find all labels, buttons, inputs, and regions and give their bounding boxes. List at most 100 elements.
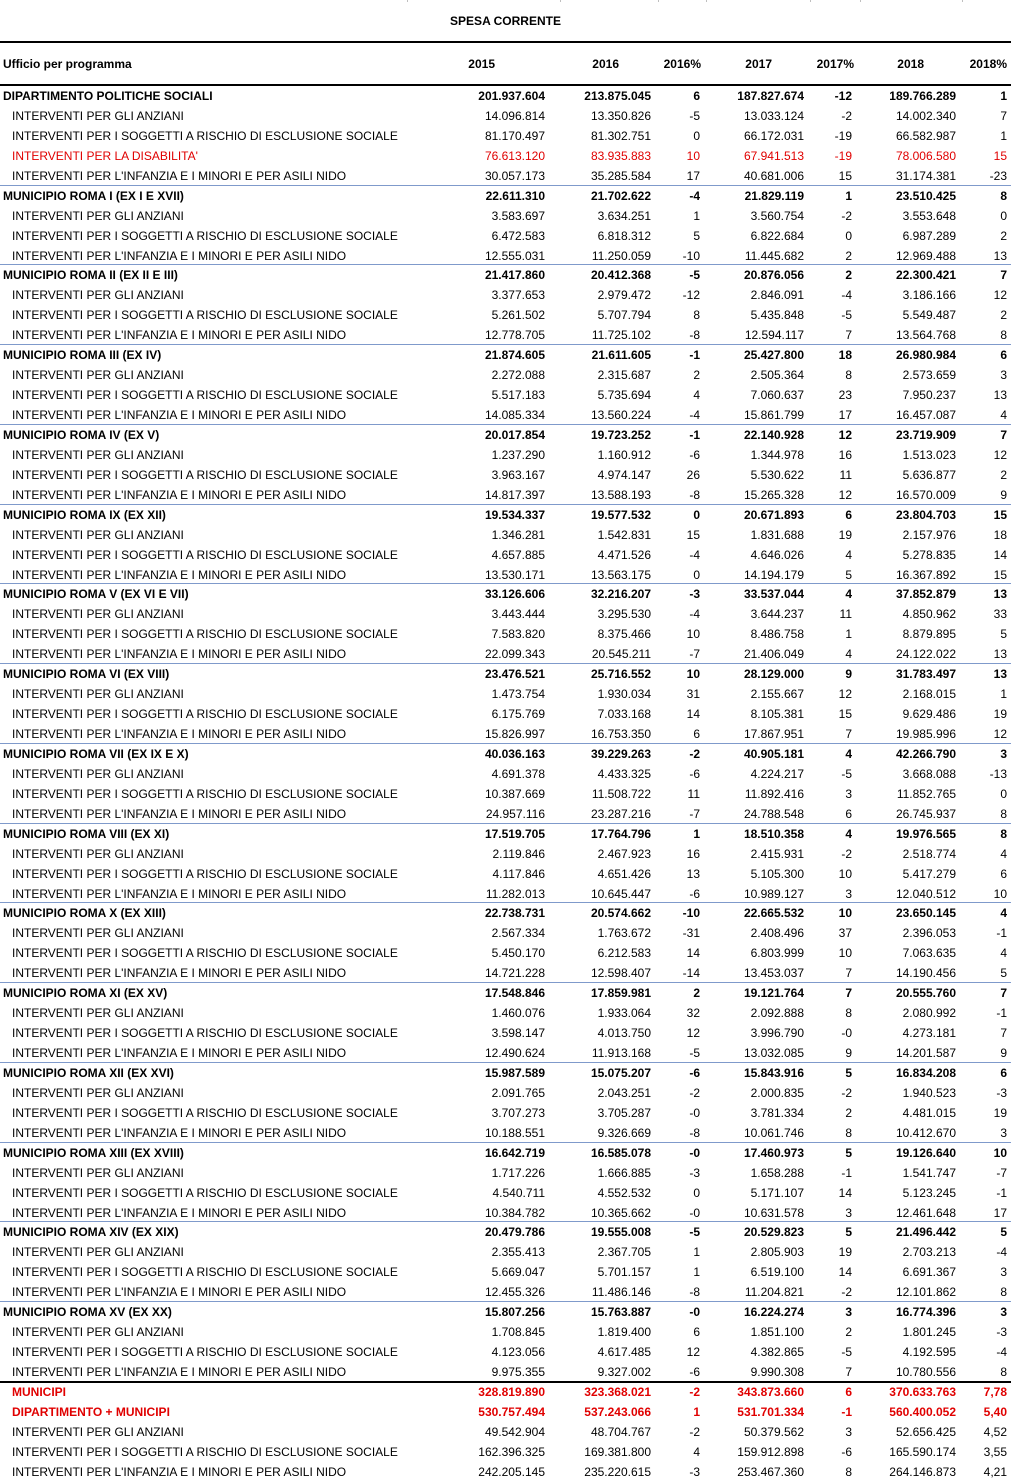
table-row: INTERVENTI PER GLI ANZIANI 1.237.290 1.160… bbox=[0, 445, 1011, 465]
cell-2015: 3.443.444 bbox=[491, 607, 545, 622]
cell-2018-pct: 33 bbox=[993, 607, 1007, 622]
cell-2016: 2.043.251 bbox=[597, 1085, 651, 1100]
cell-2018-pct: 8 bbox=[1000, 188, 1007, 203]
row-label: DIPARTIMENTO + MUNICIPI bbox=[12, 1404, 170, 1419]
cell-2018-pct: 12 bbox=[993, 447, 1007, 462]
cell-2015: 21.417.860 bbox=[484, 268, 545, 283]
table-row: DIPARTIMENTO + MUNICIPI 530.757.494 537.24… bbox=[0, 1402, 1011, 1422]
cell-2018: 13.564.768 bbox=[895, 328, 956, 343]
title-rule bbox=[0, 41, 1011, 43]
cell-2017: 16.224.274 bbox=[743, 1305, 804, 1320]
cell-2017: 12.594.117 bbox=[744, 328, 804, 343]
cell-2015: 21.874.605 bbox=[484, 348, 545, 363]
table-row: MUNICIPIO ROMA VI (EX VIII) 23.476.521 25.… bbox=[0, 664, 1011, 684]
cell-2017: 2.805.903 bbox=[750, 1245, 804, 1260]
cell-2017-pct: 5 bbox=[845, 567, 852, 582]
cell-2017: 40.905.181 bbox=[743, 746, 804, 761]
row-label: INTERVENTI PER GLI ANZIANI bbox=[12, 766, 184, 781]
cell-2017: 20.529.823 bbox=[743, 1225, 804, 1240]
cell-2017-pct: 9 bbox=[845, 667, 852, 682]
cell-2016-pct: -10 bbox=[682, 248, 700, 263]
cell-2018: 2.168.015 bbox=[902, 687, 956, 702]
cell-2017-pct: 19 bbox=[838, 1245, 852, 1260]
cell-2016: 81.302.751 bbox=[590, 128, 651, 143]
cell-2016-pct: -7 bbox=[689, 647, 700, 662]
cell-2018: 1.513.023 bbox=[902, 447, 956, 462]
cell-2015: 4.117.846 bbox=[492, 866, 546, 881]
row-label: INTERVENTI PER L'INFANZIA E I MINORI E P… bbox=[12, 647, 347, 662]
cell-2018-pct: 7,78 bbox=[983, 1384, 1007, 1399]
cell-2017-pct: 3 bbox=[845, 786, 852, 801]
cell-2018-pct: 7 bbox=[1000, 268, 1007, 283]
cell-2015: 12.555.031 bbox=[484, 248, 545, 263]
cell-2016-pct: 6 bbox=[693, 727, 700, 741]
cell-2018-pct: 17 bbox=[993, 1205, 1007, 1220]
cell-2015: 12.455.326 bbox=[484, 1285, 545, 1300]
table-row: INTERVENTI PER L'INFANZIA E I MINORI E P… bbox=[0, 565, 1011, 585]
cell-2017-pct: -4 bbox=[841, 288, 852, 303]
cell-2018-pct: 5 bbox=[1000, 1225, 1007, 1240]
cell-2018: 23.804.703 bbox=[895, 507, 956, 522]
cell-2018: 1.940.523 bbox=[902, 1085, 956, 1100]
row-label: INTERVENTI PER L'INFANZIA E I MINORI E P… bbox=[12, 408, 347, 422]
cell-2018-pct: 0 bbox=[1000, 786, 1007, 801]
table-row: MUNICIPIO ROMA XV (EX XX) 15.807.256 15.76… bbox=[0, 1302, 1011, 1322]
cell-2018-pct: 13 bbox=[993, 388, 1007, 403]
cell-2018: 4.273.181 bbox=[902, 1026, 956, 1041]
cell-2018-pct: 8 bbox=[1000, 826, 1007, 841]
table-row: INTERVENTI PER L'INFANZIA E I MINORI E P… bbox=[0, 1462, 1011, 1482]
row-label: INTERVENTI PER I SOGGETTI A RISCHIO DI E… bbox=[12, 1345, 398, 1360]
cell-2015: 2.567.334 bbox=[491, 926, 545, 941]
table-row: INTERVENTI PER GLI ANZIANI 3.583.697 3.634… bbox=[0, 206, 1011, 226]
cell-2018-pct: 4,52 bbox=[983, 1424, 1007, 1439]
cell-2017-pct: 5 bbox=[845, 1065, 852, 1080]
cell-2018-pct: -13 bbox=[989, 766, 1007, 781]
table-row: MUNICIPIO ROMA XIII (EX XVIII) 16.642.719… bbox=[0, 1143, 1011, 1163]
cell-2016-pct: -14 bbox=[682, 966, 700, 981]
cell-2017-pct: 14 bbox=[838, 1265, 852, 1280]
cell-2017-pct: 5 bbox=[845, 1145, 852, 1160]
cell-2015: 14.096.814 bbox=[484, 108, 545, 123]
cell-2016: 15.763.887 bbox=[590, 1305, 651, 1320]
cell-2015: 1.237.290 bbox=[491, 447, 545, 462]
spreadsheet-sheet: SPESA CORRENTE Ufficio per programma 201… bbox=[0, 0, 1011, 1484]
cell-2017: 187.827.674 bbox=[737, 89, 804, 103]
cell-2018: 16.834.208 bbox=[895, 1065, 956, 1080]
cell-2016-pct: 1 bbox=[693, 1404, 700, 1419]
row-label: INTERVENTI PER GLI ANZIANI bbox=[12, 1424, 184, 1439]
cell-2016-pct: -4 bbox=[689, 408, 700, 422]
cell-2018: 66.582.987 bbox=[895, 128, 956, 143]
table-row: INTERVENTI PER L'INFANZIA E I MINORI E P… bbox=[0, 1123, 1011, 1143]
cell-2017: 253.467.360 bbox=[737, 1464, 804, 1479]
table-row: INTERVENTI PER GLI ANZIANI 49.542.904 48.7… bbox=[0, 1422, 1011, 1442]
cell-2017: 25.427.800 bbox=[743, 348, 804, 363]
cell-2017-pct: -0 bbox=[841, 1026, 852, 1041]
cell-2018: 52.656.425 bbox=[895, 1424, 956, 1439]
cell-2017-pct: -19 bbox=[834, 148, 852, 163]
cell-2016-pct: 12 bbox=[686, 1345, 700, 1360]
cell-2017-pct: 7 bbox=[845, 986, 852, 1001]
cell-2018: 1.541.747 bbox=[902, 1165, 956, 1180]
row-label: INTERVENTI PER L'INFANZIA E I MINORI E P… bbox=[12, 1125, 347, 1140]
row-label: INTERVENTI PER GLI ANZIANI bbox=[12, 846, 184, 861]
table-row: MUNICIPIO ROMA X (EX XIII) 22.738.731 20.5… bbox=[0, 903, 1011, 923]
cell-2016: 32.216.207 bbox=[590, 587, 651, 602]
row-label: INTERVENTI PER I SOGGETTI A RISCHIO DI E… bbox=[12, 467, 398, 482]
cell-2016-pct: 1 bbox=[693, 1245, 700, 1260]
row-label: MUNICIPIO ROMA XII (EX XVI) bbox=[3, 1065, 174, 1080]
cell-2018: 10.780.556 bbox=[895, 1365, 956, 1379]
cell-2017: 1.831.688 bbox=[750, 527, 804, 542]
cell-2018: 2.080.992 bbox=[902, 1006, 956, 1021]
table-row: INTERVENTI PER I SOGGETTI A RISCHIO DI E… bbox=[0, 704, 1011, 724]
cell-2017-pct: 4 bbox=[845, 746, 852, 761]
cell-2018-pct: 12 bbox=[993, 288, 1007, 303]
cell-2016: 2.367.705 bbox=[597, 1245, 651, 1260]
row-label: MUNICIPIO ROMA I (EX I E XVII) bbox=[3, 188, 184, 203]
row-label: MUNICIPIO ROMA III (EX IV) bbox=[3, 348, 162, 363]
cell-2015: 4.657.885 bbox=[491, 547, 545, 562]
cell-2017: 50.379.562 bbox=[743, 1424, 804, 1439]
cell-2016-pct: 0 bbox=[693, 507, 700, 522]
cell-2015: 19.534.337 bbox=[484, 507, 545, 522]
row-label: INTERVENTI PER GLI ANZIANI bbox=[12, 368, 184, 383]
cell-2018-pct: -4 bbox=[996, 1245, 1007, 1260]
